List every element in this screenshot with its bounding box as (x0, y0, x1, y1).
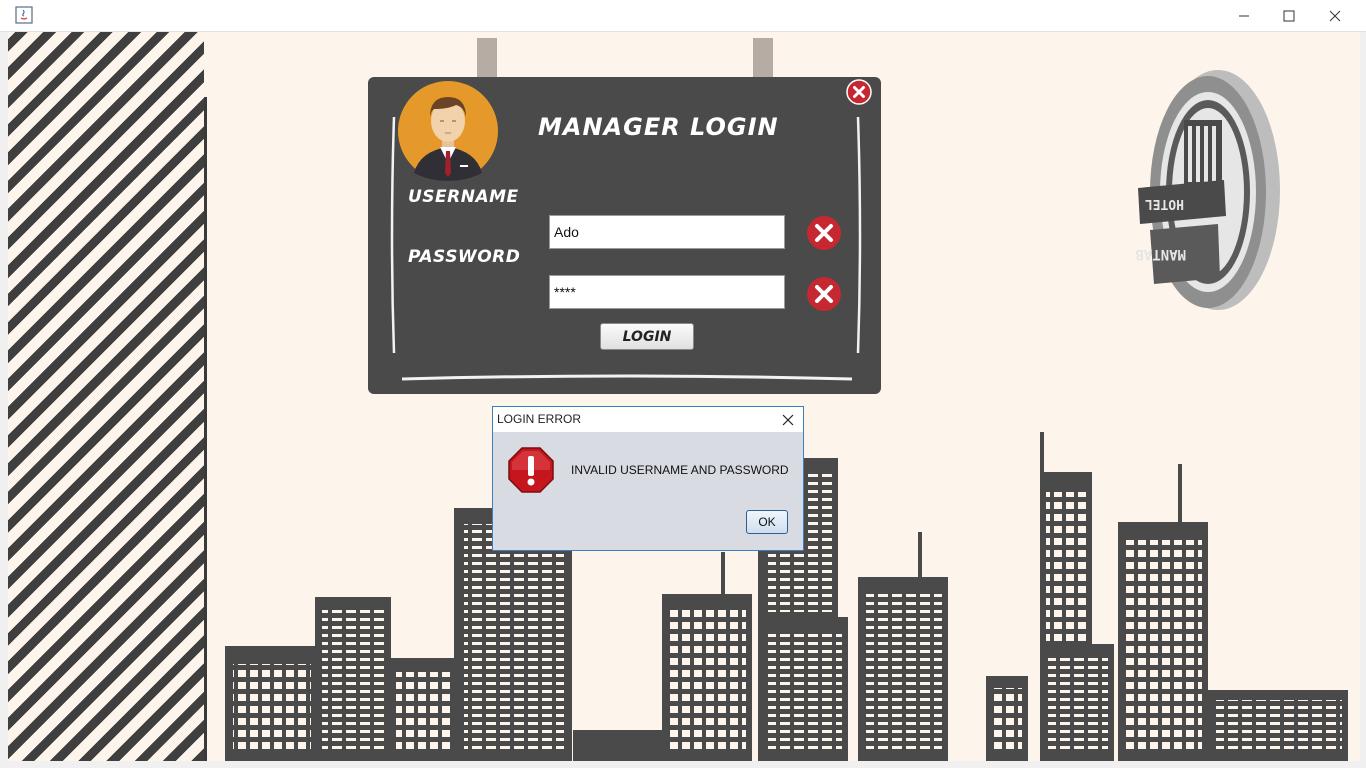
password-input[interactable]: **** (549, 275, 785, 309)
dialog-title: LOGIN ERROR (497, 412, 582, 426)
username-label: USERNAME (408, 187, 519, 207)
manager-avatar (398, 81, 498, 181)
login-button[interactable]: LOGIN (600, 323, 694, 350)
hotel-mantab-logo: HOTEL MANTAB (1135, 70, 1280, 310)
error-stop-icon (508, 447, 554, 493)
close-window-button[interactable] (1312, 0, 1358, 31)
window-frame-right (1360, 32, 1366, 768)
dialog-close-button[interactable] (777, 409, 799, 431)
minimize-button[interactable] (1221, 0, 1267, 31)
manager-login-panel: MANAGER LOGIN USERNAME Ado PASSWORD **** (368, 77, 881, 394)
close-panel-icon[interactable] (846, 79, 872, 105)
clear-password-icon[interactable] (806, 276, 842, 312)
ok-button[interactable]: OK (746, 510, 788, 534)
password-value: **** (554, 284, 576, 300)
sign-post-left (477, 38, 497, 78)
username-value: Ado (554, 224, 579, 240)
login-error-dialog: LOGIN ERROR INVALID USERNAME AND PASSWOR… (492, 406, 804, 551)
window-frame-bottom (0, 761, 1366, 768)
logo-text-mantab: MANTAB (1135, 246, 1186, 262)
minimize-icon (1239, 15, 1249, 16)
logo-text-hotel: HOTEL (1145, 196, 1184, 211)
app-window: MANAGER LOGIN USERNAME Ado PASSWORD **** (0, 0, 1366, 768)
close-icon (782, 414, 794, 426)
maximize-button[interactable] (1266, 0, 1312, 31)
title-bar (0, 0, 1366, 32)
login-title: MANAGER LOGIN (538, 113, 779, 141)
java-app-icon (15, 6, 33, 24)
clear-username-icon[interactable] (806, 215, 842, 251)
login-screen: MANAGER LOGIN USERNAME Ado PASSWORD **** (8, 32, 1360, 761)
dialog-message: INVALID USERNAME AND PASSWORD (571, 463, 789, 477)
window-frame-left (0, 32, 8, 768)
dialog-title-bar: LOGIN ERROR (493, 407, 803, 432)
close-icon (1329, 10, 1341, 21)
password-label: PASSWORD (408, 247, 521, 267)
username-input[interactable]: Ado (549, 215, 785, 249)
maximize-icon (1283, 10, 1295, 21)
sign-post-right (753, 38, 773, 78)
